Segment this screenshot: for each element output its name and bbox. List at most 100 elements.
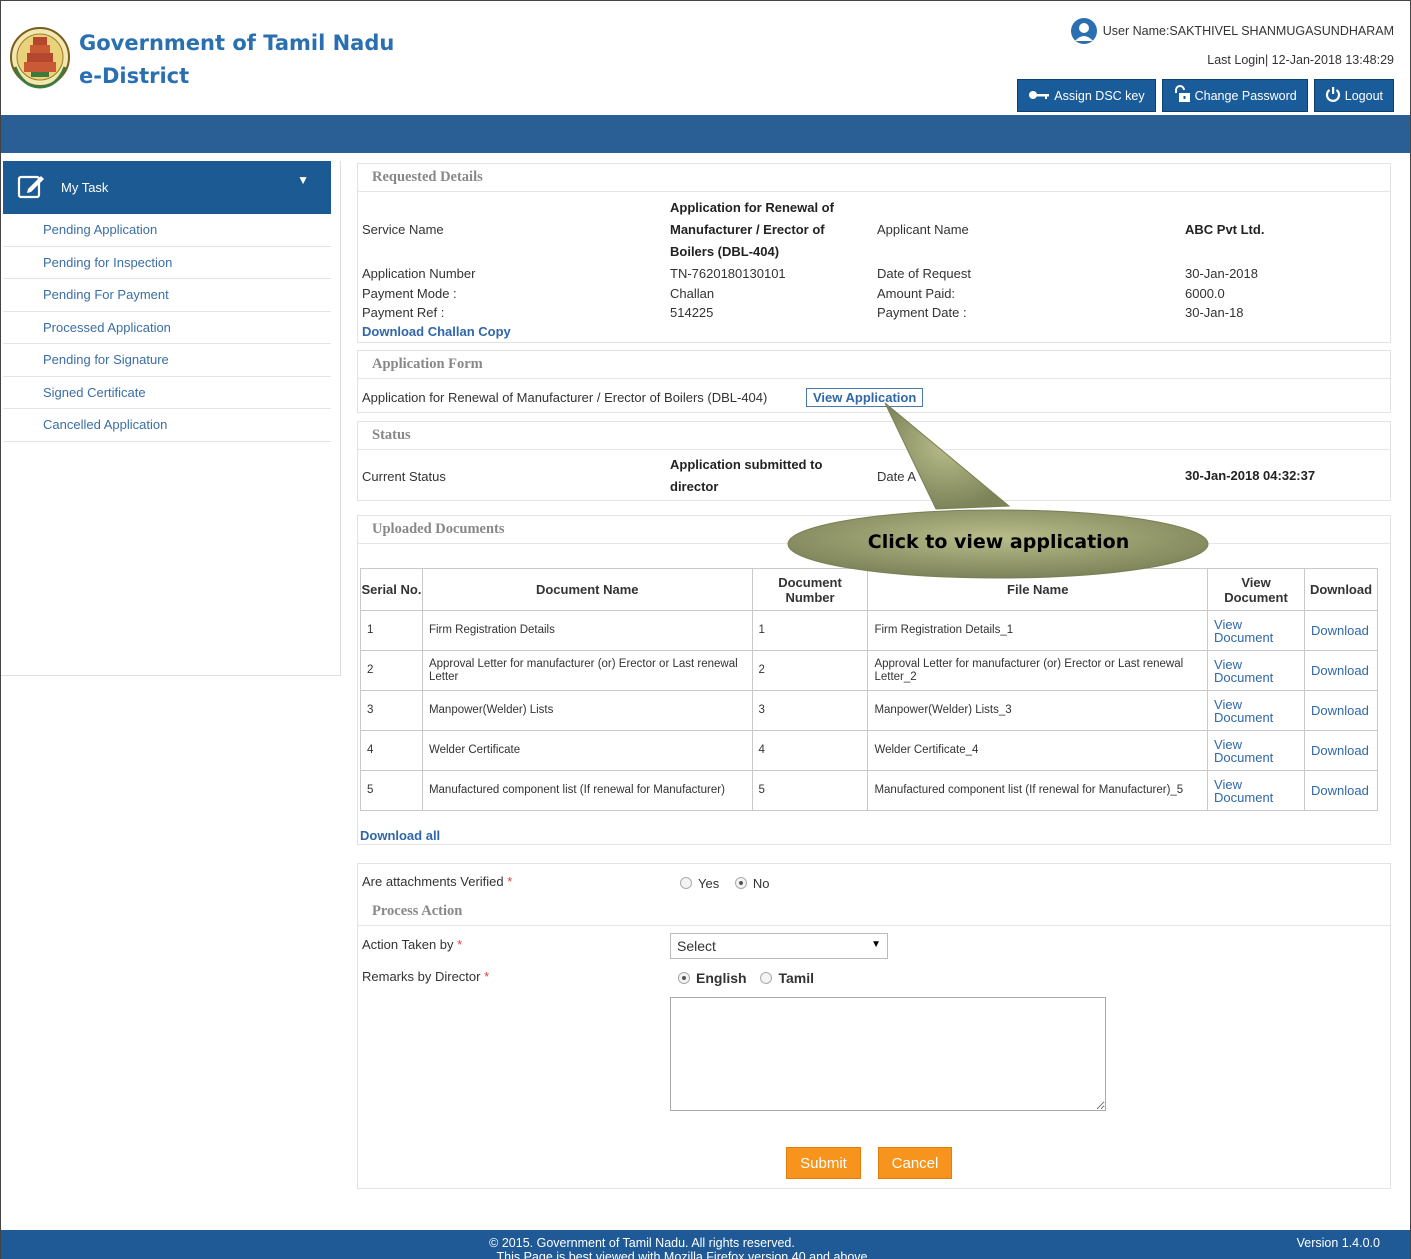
cell-document-number: 5	[751, 770, 869, 811]
site-title: Government of Tamil Nadu	[79, 31, 395, 55]
sidebar-item-processed-application[interactable]: Processed Application	[3, 312, 331, 344]
radio-english[interactable]	[678, 972, 690, 984]
change-password-button[interactable]: Change Password	[1161, 79, 1308, 112]
remarks-text: Remarks by Director	[362, 969, 481, 984]
status-date-value: 30-Jan-2018 04:32:37	[1185, 468, 1316, 483]
table-row: 5 Manufactured component list (If renewa…	[360, 770, 1379, 811]
cell-file-name: Manufactured component list (If renewal …	[867, 770, 1209, 811]
payment-date-value: 30-Jan-18	[1185, 305, 1244, 320]
current-status-value: Application submitted to director	[670, 454, 822, 498]
cell-serial: 5	[360, 770, 423, 811]
edit-icon	[17, 172, 47, 203]
service-name-line-2: Manufacturer / Erector of	[670, 222, 825, 237]
radio-no[interactable]	[734, 877, 747, 889]
payment-mode-value: Challan	[670, 286, 715, 301]
cell-document-name: Firm Registration Details	[421, 610, 753, 651]
remarks-label: Remarks by Director *	[362, 969, 489, 984]
process-action-heading: Process Action	[358, 898, 1390, 926]
sidebar-item-pending-for-payment[interactable]: Pending For Payment	[3, 279, 331, 312]
key-icon	[1028, 89, 1050, 103]
cell-serial: 3	[360, 690, 423, 731]
user-info: User Name:SAKTHIVEL SHANMUGASUNDHARAM La…	[1069, 17, 1394, 67]
process-form-panel: Are attachments Verified * Yes No Proces…	[357, 863, 1391, 1189]
download-challan-link[interactable]: Download Challan Copy	[362, 324, 511, 339]
sidebar-menu: Pending Application Pending for Inspecti…	[3, 214, 331, 442]
caret-down-icon: ▼	[297, 173, 309, 187]
application-number-label: Application Number	[362, 266, 476, 281]
radio-english-label: English	[696, 970, 747, 986]
submit-button[interactable]: Submit	[786, 1147, 861, 1179]
documents-table: Serial No. Document Name Document Number…	[360, 568, 1379, 811]
table-row: 2 Approval Letter for manufacturer (or) …	[360, 650, 1379, 691]
required-marker: *	[484, 969, 490, 984]
application-number-value: TN-7620180130101	[670, 266, 786, 281]
radio-tamil[interactable]	[760, 972, 773, 984]
payment-ref-value: 514225	[670, 305, 714, 320]
radio-yes[interactable]	[680, 877, 692, 889]
view-document-link[interactable]: View Document	[1207, 730, 1305, 771]
footer-version: Version 1.4.0.0	[1296, 1236, 1380, 1250]
current-status-line-1: Application submitted to	[670, 457, 823, 472]
download-link[interactable]: Download	[1303, 610, 1379, 651]
action-taken-select[interactable]: Select ▼	[670, 933, 888, 959]
sidebar-item-cancelled-application[interactable]: Cancelled Application	[3, 409, 331, 442]
status-date-label: Date A	[877, 469, 917, 484]
download-link[interactable]: Download	[1303, 770, 1379, 811]
cell-document-name: Manufactured component list (If renewal …	[421, 770, 753, 811]
view-document-link[interactable]: View Document	[1207, 690, 1305, 731]
radio-yes-label: Yes	[698, 876, 720, 891]
view-application-button[interactable]: View Application	[806, 388, 924, 407]
attachments-verified-label: Are attachments Verified *	[362, 874, 512, 889]
cell-document-number: 1	[751, 610, 869, 651]
cell-serial: 2	[360, 650, 423, 691]
sidebar-item-pending-application[interactable]: Pending Application	[3, 214, 331, 247]
cell-file-name: Welder Certificate_4	[867, 730, 1209, 771]
caret-down-icon: ▼	[871, 939, 881, 950]
site-header: Government of Tamil Nadu e-District User…	[1, 1, 1410, 115]
my-task-menu-toggle[interactable]: My Task ▼	[3, 161, 331, 214]
logout-button[interactable]: Logout	[1313, 79, 1394, 112]
cell-document-number: 2	[751, 650, 869, 691]
nav-band	[1, 115, 1410, 153]
payment-ref-label: Payment Ref :	[362, 305, 445, 320]
cell-document-number: 3	[751, 690, 869, 731]
view-document-link[interactable]: View Document	[1207, 610, 1305, 651]
download-all-link[interactable]: Download all	[360, 828, 440, 843]
cell-file-name: Manpower(Welder) Lists_3	[867, 690, 1209, 731]
cancel-button[interactable]: Cancel	[878, 1147, 952, 1179]
service-name-line-3: Boilers (DBL-404)	[670, 244, 780, 259]
power-icon	[1325, 86, 1341, 105]
my-task-title: My Task	[61, 180, 109, 195]
service-name-value: Application for Renewal of Manufacturer …	[670, 197, 834, 263]
current-status-label: Current Status	[362, 469, 446, 484]
view-document-link[interactable]: View Document	[1207, 770, 1305, 811]
view-document-link[interactable]: View Document	[1207, 650, 1305, 691]
col-serial-header: Serial No.	[360, 568, 423, 611]
table-row: 1 Firm Registration Details 1 Firm Regis…	[360, 610, 1379, 651]
col-document-number-header: Document Number	[751, 568, 869, 611]
sidebar-item-signed-certificate[interactable]: Signed Certificate	[3, 377, 331, 409]
tamil-nadu-emblem-logo	[9, 23, 71, 95]
download-link[interactable]: Download	[1303, 730, 1379, 771]
site-subtitle: e-District	[79, 64, 190, 88]
lock-icon	[1173, 85, 1191, 106]
action-taken-text: Action Taken by	[362, 937, 454, 952]
amount-paid-value: 6000.0	[1185, 286, 1225, 301]
logout-label: Logout	[1344, 88, 1383, 103]
download-link[interactable]: Download	[1303, 650, 1379, 691]
download-link[interactable]: Download	[1303, 690, 1379, 731]
amount-paid-label: Amount Paid:	[877, 286, 956, 301]
cell-document-name: Manpower(Welder) Lists	[421, 690, 753, 731]
footer-browser-note: This Page is best viewed with Mozilla Fi…	[496, 1250, 868, 1259]
status-heading: Status	[358, 422, 1390, 450]
user-name: User Name:SAKTHIVEL SHANMUGASUNDHARAM	[1102, 24, 1394, 38]
remarks-textarea[interactable]	[670, 997, 1106, 1111]
sidebar-item-pending-for-signature[interactable]: Pending for Signature	[3, 344, 331, 377]
application-form-text: Application for Renewal of Manufacturer …	[362, 390, 768, 405]
user-avatar-icon	[1069, 17, 1099, 45]
date-of-request-value: 30-Jan-2018	[1185, 266, 1258, 281]
assign-dsc-key-button[interactable]: Assign DSC key	[1017, 79, 1156, 112]
sidebar-item-pending-for-inspection[interactable]: Pending for Inspection	[3, 247, 331, 279]
required-marker: *	[507, 874, 513, 889]
cell-document-name: Welder Certificate	[421, 730, 753, 771]
